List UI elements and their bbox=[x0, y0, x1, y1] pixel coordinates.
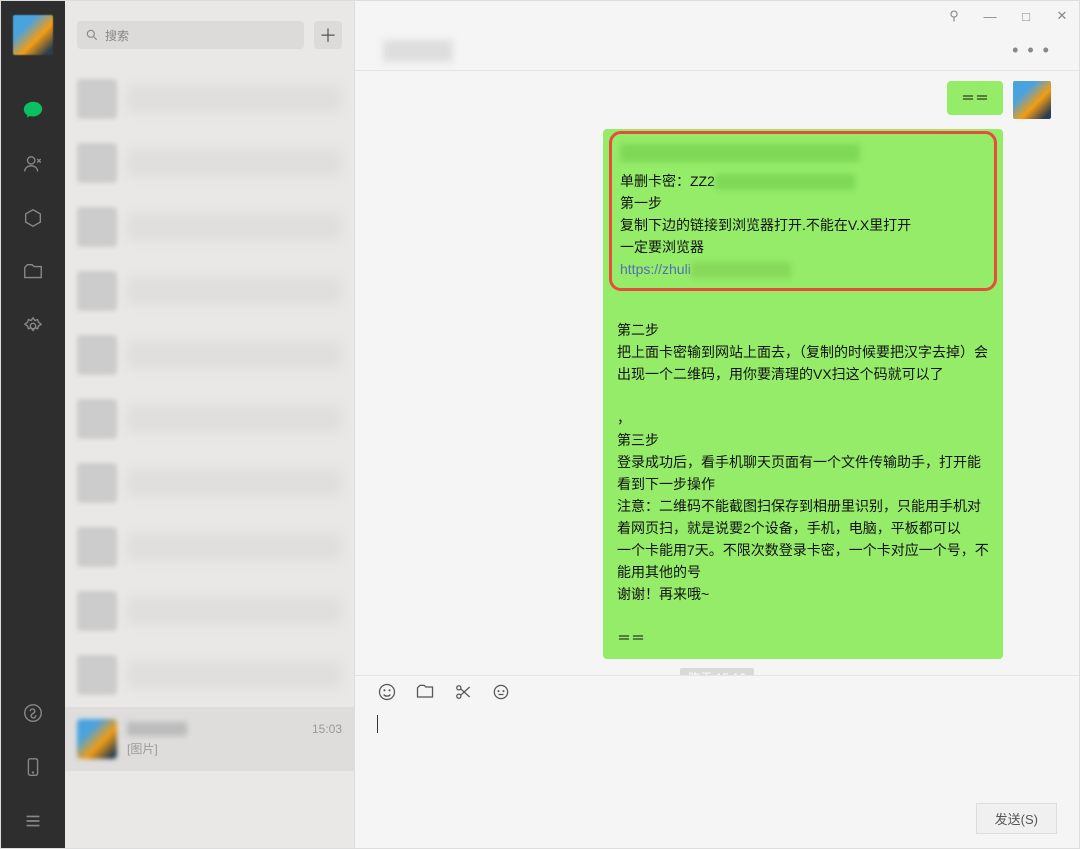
message-text: 登录成功后，看手机聊天页面有一个文件传输助手，打开能看到下一步操作 bbox=[617, 454, 981, 492]
window-controls: ⚲ — □ ✕ bbox=[355, 1, 1079, 31]
chat-item-name bbox=[127, 722, 187, 736]
folder-icon[interactable] bbox=[415, 682, 435, 705]
chat-pane: ⚲ — □ ✕ • • • ＝＝ 单删卡密：ZZ2 第一步 bbox=[355, 1, 1079, 848]
message-text: 一个卡能用7天。不限次数登录卡密，一个卡对应一个号，不能用其他的号 bbox=[617, 542, 989, 580]
search-placeholder: 搜索 bbox=[105, 27, 129, 44]
redacted bbox=[620, 144, 860, 162]
menu-icon[interactable] bbox=[22, 810, 44, 832]
message-bubble[interactable]: ＝＝ bbox=[947, 81, 1003, 115]
message-row-out: ＝＝ bbox=[383, 81, 1051, 119]
phone-icon[interactable] bbox=[22, 756, 44, 778]
maximize-button[interactable]: □ bbox=[1019, 9, 1033, 24]
chat-item[interactable] bbox=[65, 259, 354, 323]
avatar bbox=[77, 719, 117, 759]
chat-item[interactable] bbox=[65, 131, 354, 195]
input-toolbar bbox=[355, 675, 1079, 711]
avatar[interactable] bbox=[1013, 81, 1051, 119]
emoji-icon[interactable] bbox=[377, 682, 397, 705]
link[interactable]: https://zhuli bbox=[620, 261, 691, 277]
timestamp-text: 昨天 15:16 bbox=[680, 668, 753, 675]
more-icon[interactable]: • • • bbox=[1012, 40, 1051, 61]
chat-item-time: 15:03 bbox=[312, 722, 342, 736]
contacts-icon[interactable] bbox=[22, 153, 44, 175]
highlight-annotation: 单删卡密：ZZ2 第一步 复制下边的链接到浏览器打开.不能在V.X里打开 一定要… bbox=[609, 131, 997, 291]
chat-item-preview: [图片] bbox=[127, 740, 342, 757]
chat-item[interactable] bbox=[65, 515, 354, 579]
message-text: 注意：二维码不能截图扫保存到相册里识别，只能用手机对着网页扫，就是说要2个设备，… bbox=[617, 498, 981, 536]
chat-item[interactable] bbox=[65, 323, 354, 387]
send-button[interactable]: 发送(S) bbox=[976, 803, 1057, 834]
close-button[interactable]: ✕ bbox=[1055, 8, 1069, 24]
app-window: 搜索 ＋ 15:03 [图片] bbox=[0, 0, 1080, 849]
message-text: 第三步 bbox=[617, 432, 659, 448]
chat-item[interactable] bbox=[65, 195, 354, 259]
search-input[interactable]: 搜索 bbox=[77, 21, 304, 49]
message-text: 单删卡密：ZZ2 bbox=[620, 173, 715, 189]
miniapp-icon[interactable] bbox=[22, 702, 44, 724]
redacted bbox=[715, 174, 855, 190]
message-input[interactable] bbox=[355, 711, 1079, 803]
message-text: ＝＝ bbox=[961, 90, 989, 106]
chat-item-selected[interactable]: 15:03 [图片] bbox=[65, 707, 354, 771]
apps-icon[interactable] bbox=[22, 207, 44, 229]
text-cursor bbox=[377, 715, 378, 733]
chat-item[interactable] bbox=[65, 67, 354, 131]
message-text: 第一步 bbox=[620, 195, 662, 211]
chat-header: • • • bbox=[355, 31, 1079, 71]
nav-rail bbox=[1, 1, 65, 848]
minimize-button[interactable]: — bbox=[983, 9, 997, 24]
chat-item[interactable] bbox=[65, 451, 354, 515]
message-text: ＝＝ bbox=[617, 630, 645, 646]
redacted bbox=[691, 262, 791, 278]
chat-list-panel: 搜索 ＋ 15:03 [图片] bbox=[65, 1, 355, 848]
scissors-icon[interactable] bbox=[453, 682, 473, 705]
chat-list[interactable]: 15:03 [图片] bbox=[65, 59, 354, 848]
pin-button[interactable]: ⚲ bbox=[947, 8, 961, 24]
chat-item[interactable] bbox=[65, 643, 354, 707]
self-avatar[interactable] bbox=[13, 15, 53, 55]
chat-item[interactable] bbox=[65, 579, 354, 643]
message-text: 第二步 bbox=[617, 322, 659, 338]
message-text: 谢谢！再来哦~ bbox=[617, 586, 709, 602]
files-icon[interactable] bbox=[22, 261, 44, 283]
chat-icon[interactable] bbox=[22, 99, 44, 121]
message-scroll[interactable]: ＝＝ 单删卡密：ZZ2 第一步 复制下边的链接到浏览器打开.不能在V.X里打开 … bbox=[355, 71, 1079, 675]
settings-flower-icon[interactable] bbox=[22, 315, 44, 337]
message-row-out: 单删卡密：ZZ2 第一步 复制下边的链接到浏览器打开.不能在V.X里打开 一定要… bbox=[383, 129, 1051, 659]
message-text: ， bbox=[617, 410, 631, 426]
message-text: 复制下边的链接到浏览器打开.不能在V.X里打开 bbox=[620, 217, 911, 233]
history-icon[interactable] bbox=[491, 682, 511, 705]
message-text: 一定要浏览器 bbox=[620, 239, 704, 255]
message-text: 把上面卡密输到网站上面去，（复制的时候要把汉字去掉）会出现一个二维码，用你要清理… bbox=[617, 344, 988, 382]
chat-title bbox=[383, 40, 453, 62]
chat-item[interactable] bbox=[65, 387, 354, 451]
message-bubble[interactable]: 单删卡密：ZZ2 第一步 复制下边的链接到浏览器打开.不能在V.X里打开 一定要… bbox=[603, 129, 1003, 659]
add-button[interactable]: ＋ bbox=[314, 21, 342, 49]
